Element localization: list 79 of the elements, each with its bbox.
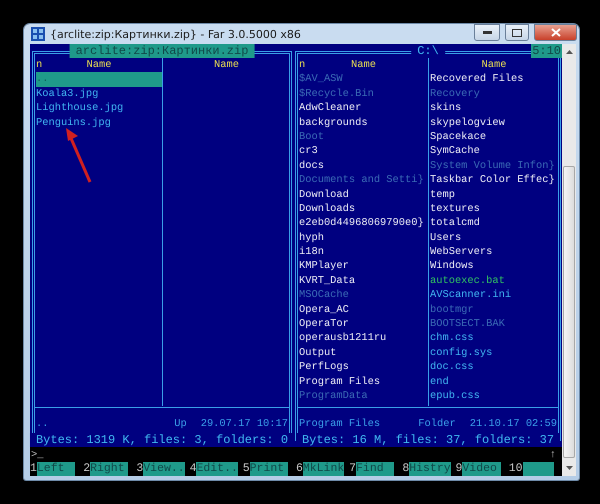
file-entry[interactable]: Downloads (299, 202, 428, 216)
file-entry[interactable]: skins (430, 101, 558, 116)
close-icon (550, 28, 560, 37)
file-entry[interactable]: totalcmd (430, 216, 558, 231)
scroll-down-icon[interactable] (566, 466, 572, 470)
file-entry[interactable]: Koala3.jpg (36, 86, 162, 102)
file-entry[interactable]: end (430, 374, 558, 389)
info-date: 29.07.17 10:17 (200, 417, 288, 432)
file-entry[interactable]: OperaTor (299, 317, 428, 332)
file-entry[interactable]: Users (430, 230, 558, 246)
scroll-marker: ↑ (550, 448, 556, 462)
info-name: .. (36, 417, 50, 432)
file-entry[interactable]: WebServers (430, 245, 558, 260)
minimize-button[interactable] (474, 24, 500, 41)
file-entry[interactable]: KVRT_Data (299, 274, 428, 288)
file-entry[interactable]: cr3 (299, 144, 428, 159)
column-header: Name (482, 58, 506, 72)
command-prompt: > (31, 448, 38, 462)
panel-summary: Bytes: 16 M, files: 37, folders: 37 (296, 432, 560, 447)
column-header: Name (214, 58, 239, 72)
clock: 5:10 (531, 44, 562, 58)
key-number: 7 (349, 462, 356, 476)
file-entry[interactable]: epub.css (430, 388, 558, 404)
file-entry[interactable]: AVScanner.ini (430, 288, 558, 303)
maximize-icon (512, 28, 522, 36)
file-entry[interactable]: skypelogview (430, 116, 558, 130)
info-type: Up (174, 417, 187, 432)
key-number: 1 (30, 462, 37, 476)
command-field[interactable]: _ (37, 448, 550, 462)
sort-indicator: n (36, 58, 42, 72)
file-entry[interactable]: Opera_AC (299, 302, 428, 318)
key-number: 2 (83, 462, 90, 476)
key-number: 6 (296, 462, 303, 476)
file-entry[interactable]: Taskbar Color Effec} (430, 173, 558, 188)
panel-title[interactable]: C:\ (411, 44, 445, 58)
file-entry[interactable]: config.sys (430, 346, 558, 360)
column-header: Name (351, 58, 376, 72)
file-entry[interactable]: autoexec.bat (430, 274, 558, 288)
file-entry[interactable]: Program Files (299, 374, 428, 389)
key-number: 10 (508, 462, 522, 476)
app-icon (31, 27, 45, 41)
key-number: 8 (402, 462, 410, 476)
file-entry[interactable]: i18n (299, 245, 428, 260)
file-entry[interactable]: temp (430, 188, 558, 202)
file-entry[interactable]: Download (299, 188, 428, 202)
file-entry[interactable]: doc.css (430, 360, 558, 375)
key-number: 3 (136, 462, 144, 476)
file-entry[interactable]: AdwCleaner (299, 101, 428, 116)
file-entry[interactable]: docs (299, 158, 428, 174)
key-number: 4 (190, 462, 196, 476)
file-entry[interactable]: Windows (430, 259, 558, 274)
file-entry[interactable]: Output (299, 346, 428, 360)
sort-indicator: n (299, 58, 306, 72)
file-entry[interactable]: backgrounds (299, 116, 428, 130)
file-entry[interactable]: Penguins.jpg (36, 116, 162, 130)
scrollbar[interactable] (562, 44, 576, 476)
file-entry[interactable]: PerfLogs (299, 360, 428, 375)
column-header: Name (86, 58, 112, 72)
minimize-icon (482, 31, 492, 34)
file-entry[interactable]: Lighthouse.jpg (36, 101, 162, 116)
file-entry[interactable]: e2eb0d44968069790e0} (299, 216, 428, 231)
maximize-button[interactable] (505, 24, 529, 41)
info-name: Program Files (299, 417, 382, 432)
file-entry[interactable]: Recovered Files (430, 72, 558, 87)
file-entry[interactable]: KMPlayer (299, 259, 428, 274)
file-entry[interactable]: textures (430, 202, 558, 216)
file-entry[interactable]: operausb1211ru (299, 331, 428, 346)
close-button[interactable] (534, 24, 577, 41)
file-entry[interactable]: chm.css (430, 331, 558, 346)
key-number: 9 (456, 462, 462, 476)
info-type: Folder (418, 417, 456, 432)
window-title: {arclite:zip:Картинки.zip} - Far 3.0.5000 x86 (50, 28, 302, 40)
key-number: 5 (242, 462, 250, 476)
panel-summary: Bytes: 1319 K, files: 3, folders: 0 (30, 432, 294, 447)
file-entry[interactable]: hyph (299, 230, 428, 246)
file-entry[interactable]: Spacekace (430, 130, 558, 144)
file-entry[interactable]: SymCache (430, 144, 558, 159)
scroll-up-icon[interactable] (566, 50, 572, 54)
info-date: 21.10.17 02:59 (470, 417, 557, 432)
